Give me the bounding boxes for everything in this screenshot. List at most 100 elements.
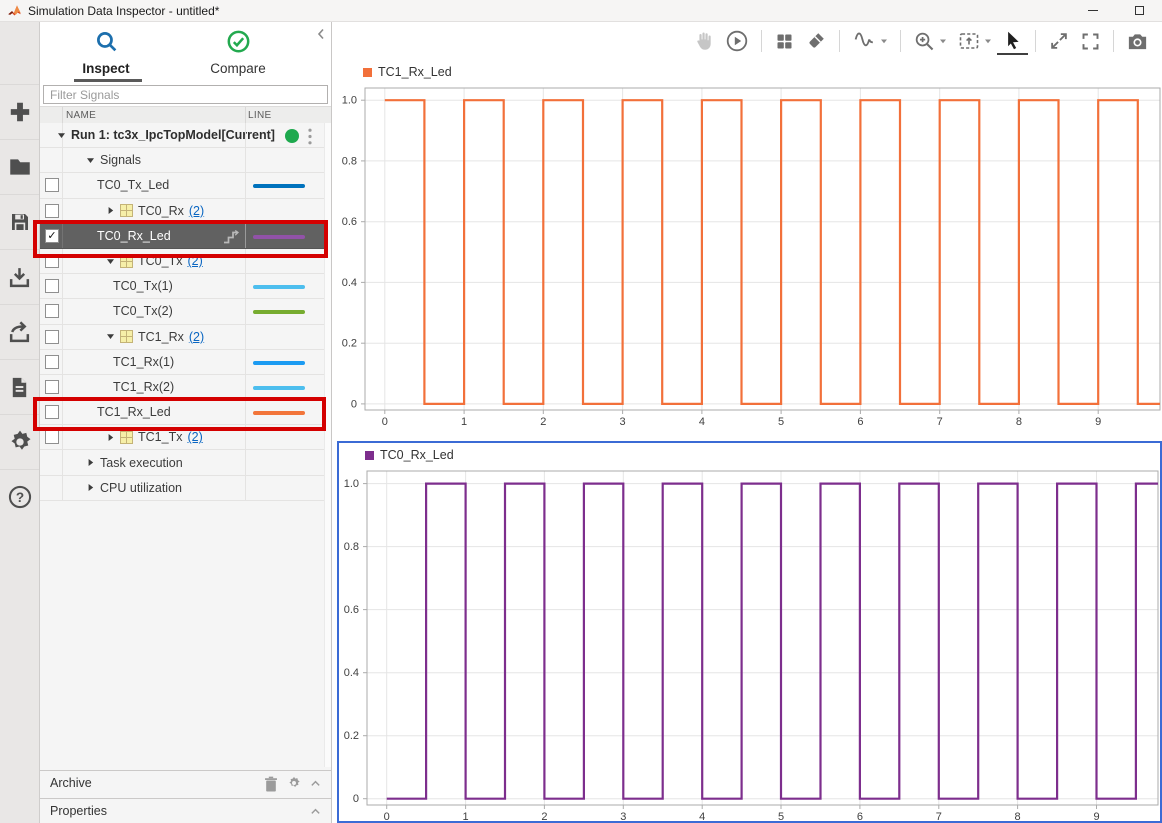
tab-inspect[interactable]: Inspect [40,22,172,84]
sidebar-open-button[interactable] [0,139,39,194]
checkbox-tc0-rx[interactable] [45,204,59,218]
matlab-logo-icon [7,4,22,17]
tree-row-tc1-rx-led[interactable]: TC1_Rx_Led [40,400,324,425]
fullscreen-button[interactable] [1075,29,1106,54]
svg-text:4: 4 [699,416,705,428]
column-header-line: LINE [248,110,271,121]
svg-text:4: 4 [699,811,705,821]
maximize-icon [1135,6,1144,15]
help-icon: ? [7,484,33,510]
subplot-2-selected[interactable]: TC0_Rx_Led 012345678900.20.40.60.81.0 [337,441,1162,823]
sidebar-help-button[interactable]: ? [0,469,39,524]
fit-to-view-button[interactable] [952,27,997,55]
caret-down-icon[interactable] [86,156,95,165]
legend-swatch [365,451,374,460]
import-icon [7,265,32,290]
signal-count-link[interactable]: (2) [189,330,204,344]
subplot-1[interactable]: TC1_Rx_Led 012345678900.20.40.60.81.0 [337,60,1162,441]
tree-row-tc1-rx-2[interactable]: TC1_Rx(2) [40,375,324,400]
row-label: TC1_Rx (2) [106,325,204,349]
checkbox-tc1-tx[interactable] [45,430,59,444]
svg-text:0.8: 0.8 [342,155,357,167]
titlebar: Simulation Data Inspector - untitled* [0,0,1162,22]
signal-count-link[interactable]: (2) [187,254,202,268]
checkbox-tc1-rx-led[interactable] [45,405,59,419]
maximize-button[interactable] [1116,0,1162,21]
hand-button[interactable] [688,28,720,54]
playback-button[interactable] [720,27,754,55]
caret-right-icon[interactable] [86,458,95,467]
tree-row-tc0-tx-1[interactable]: TC0_Tx(1) [40,274,324,299]
svg-text:1.0: 1.0 [342,95,357,107]
minimize-button[interactable] [1070,0,1116,21]
dropdown-caret-icon[interactable] [939,32,947,50]
run-row-run-1-tc3x-ipctopmodel-current[interactable]: Run 1: tc3x_IpcTopModel[Current] [40,123,324,148]
tree-row-cpu-utilization[interactable]: CPU utilization [40,476,324,501]
tree-row-signals[interactable]: Signals [40,148,324,173]
signal-count-link[interactable]: (2) [189,204,204,218]
scrollbar-track[interactable] [324,123,331,767]
caret-down-icon[interactable] [106,332,115,341]
row-label: TC1_Rx_Led [97,400,171,424]
signal-count-link[interactable]: (2) [187,430,202,444]
toolbar-divider [839,30,840,52]
camera-button[interactable] [1121,28,1154,55]
kebab-menu-icon[interactable] [308,128,312,148]
archive-bar[interactable]: Archive [40,770,331,795]
tree-row-tc1-tx[interactable]: TC1_Tx (2) [40,425,324,450]
line-swatch [253,361,305,365]
archive-settings-gear-icon[interactable] [287,776,301,795]
tree-row-tc0-rx-led[interactable]: ✓TC0_Rx_Led [40,224,324,249]
caret-down-icon[interactable] [57,131,66,140]
checkbox-tc0-rx-led[interactable]: ✓ [45,229,59,243]
subplot-grid-button[interactable] [769,29,800,54]
archive-collapse-chevron-icon[interactable] [310,776,321,794]
tree-row-tc1-rx[interactable]: TC1_Rx (2) [40,325,324,350]
collapse-panel-icon[interactable] [316,27,326,45]
tree-row-tc0-rx[interactable]: TC0_Rx(2) [40,199,324,224]
row-label: TC0_Tx(1) [113,274,173,298]
checkbox-tc0-tx[interactable] [45,254,59,268]
svg-text:0.2: 0.2 [344,730,359,742]
trash-icon[interactable] [264,776,278,797]
subplot-2-legend: TC0_Rx_Led [365,448,454,462]
tree-row-tc0-tx[interactable]: TC0_Tx(2) [40,249,324,274]
caret-right-icon[interactable] [106,206,115,215]
tree-row-tc0-tx-led[interactable]: TC0_Tx_Led [40,173,324,198]
toolbar-divider [1035,30,1036,52]
dropdown-caret-icon[interactable] [880,32,888,50]
tab-compare[interactable]: Compare [172,22,304,84]
sidebar-import-button[interactable] [0,249,39,304]
zoom-in-button[interactable] [908,28,952,55]
checkbox-tc1-rx-2[interactable] [45,380,59,394]
expand-button[interactable] [1043,28,1075,54]
pointer-button[interactable] [997,28,1028,55]
properties-collapse-chevron-icon[interactable] [310,804,321,822]
signal-name: TC1_Tx [138,430,182,444]
caret-down-icon[interactable] [106,257,115,266]
properties-bar[interactable]: Properties [40,798,331,823]
signal-name: TC1_Rx(1) [113,355,174,369]
tree-row-tc1-rx-1[interactable]: TC1_Rx(1) [40,350,324,375]
fullscreen-icon [1080,31,1101,52]
signal-style-button[interactable] [847,27,893,56]
clear-eraser-button[interactable] [800,28,832,54]
sidebar-preferences-button[interactable] [0,414,39,469]
sidebar-save-button[interactable] [0,194,39,249]
checkbox-tc1-rx[interactable] [45,330,59,344]
checkbox-tc0-tx-1[interactable] [45,279,59,293]
filter-signals-input[interactable] [43,85,328,104]
signal-name: TC1_Rx [138,330,184,344]
dropdown-caret-icon[interactable] [984,32,992,50]
caret-right-icon[interactable] [86,483,95,492]
tab-compare-label: Compare [172,61,304,76]
sidebar-report-button[interactable] [0,359,39,414]
tree-row-task-execution[interactable]: Task execution [40,450,324,475]
tree-row-tc0-tx-2[interactable]: TC0_Tx(2) [40,299,324,324]
sidebar-export-button[interactable] [0,304,39,359]
caret-right-icon[interactable] [106,433,115,442]
checkbox-tc0-tx-2[interactable] [45,304,59,318]
checkbox-tc0-tx-led[interactable] [45,178,59,192]
checkbox-tc1-rx-1[interactable] [45,355,59,369]
sidebar-add-button[interactable] [0,84,39,139]
